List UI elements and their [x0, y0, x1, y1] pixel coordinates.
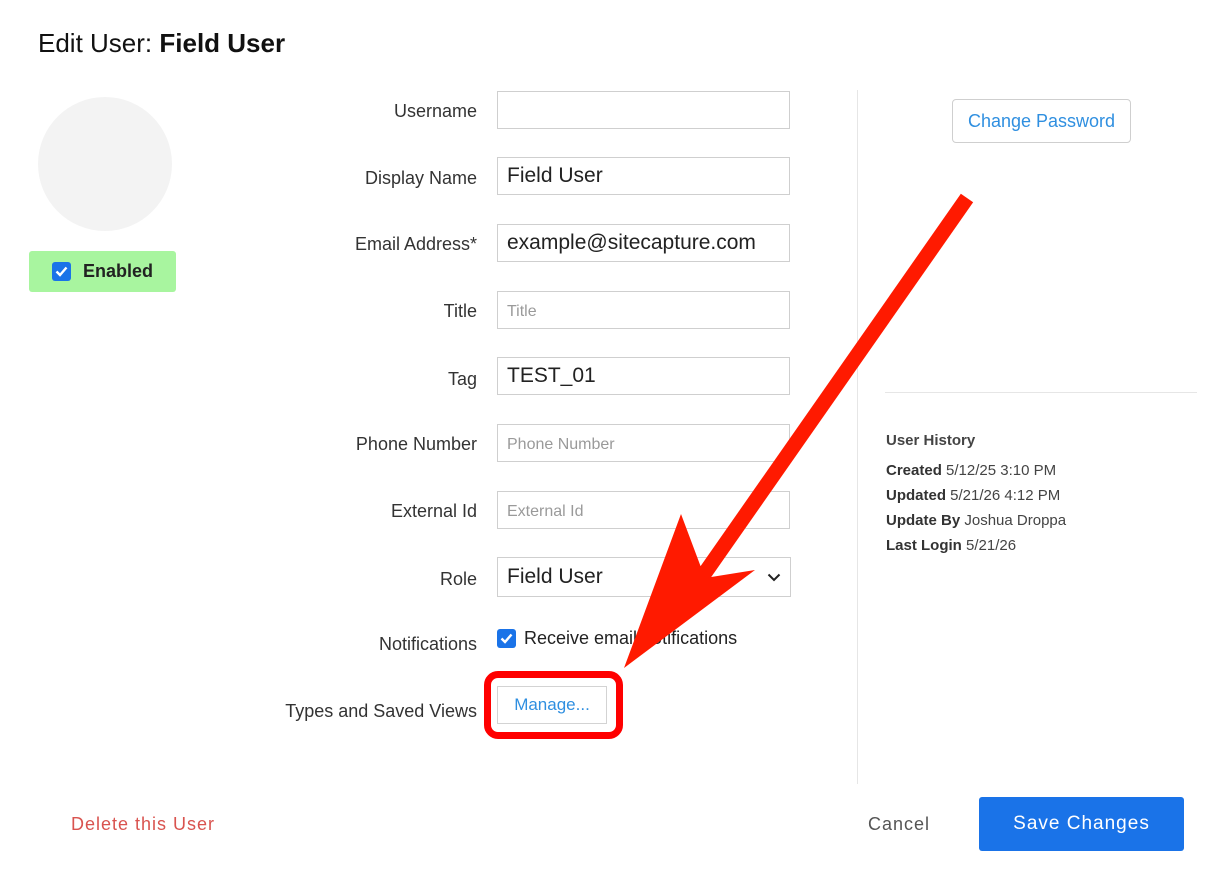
delete-user-link[interactable]: Delete this User: [71, 814, 215, 835]
history-updated-value: 5/21/26 4:12 PM: [950, 487, 1061, 504]
notifications-option[interactable]: Receive email notifications: [497, 628, 737, 649]
cancel-button[interactable]: Cancel: [868, 814, 930, 835]
checkmark-icon: [55, 266, 68, 277]
role-select-value: Field User: [507, 565, 603, 588]
column-divider: [857, 90, 858, 784]
types-views-label: Types and Saved Views: [285, 701, 477, 721]
history-created-label: Created: [886, 462, 942, 479]
avatar[interactable]: [38, 97, 172, 231]
notifications-label: Notifications: [378, 634, 477, 654]
page-title: Edit User: Field User: [38, 28, 285, 59]
history-last-login-value: 5/21/26: [966, 537, 1017, 554]
tag-label: Tag: [447, 369, 477, 389]
email-label: Email Address*: [354, 234, 477, 254]
chevron-down-icon: [767, 573, 781, 581]
history-updated-label: Updated: [886, 487, 946, 504]
history-updated-by-value: Joshua Droppa: [964, 512, 1067, 529]
history-created: Created 5/12/25 3:10 PM: [886, 462, 1066, 479]
display-name-label: Display Name: [364, 168, 477, 188]
save-changes-button[interactable]: Save Changes: [979, 797, 1184, 851]
history-created-value: 5/12/25 3:10 PM: [946, 462, 1057, 479]
page-title-name: Field User: [159, 28, 286, 58]
section-divider: [885, 392, 1197, 393]
notifications-checkbox-label: Receive email notifications: [524, 628, 738, 648]
user-history: User History Created 5/12/25 3:10 PM Upd…: [886, 432, 1066, 562]
display-name-input[interactable]: [497, 157, 790, 195]
title-label: Title: [443, 301, 477, 321]
annotation-highlight-box: [484, 671, 623, 739]
external-id-input[interactable]: [497, 491, 790, 529]
history-last-login-label: Last Login: [886, 537, 962, 554]
tag-input[interactable]: [497, 357, 790, 395]
enabled-checkbox[interactable]: [52, 262, 71, 281]
enabled-label: Enabled: [83, 261, 154, 281]
history-updated-by-label: Update By: [886, 512, 961, 529]
history-updated-by: Update By Joshua Droppa: [886, 512, 1066, 529]
enabled-toggle[interactable]: Enabled: [29, 251, 176, 292]
page-title-prefix: Edit User:: [38, 28, 160, 58]
role-select[interactable]: Field User: [497, 557, 791, 597]
history-updated: Updated 5/21/26 4:12 PM: [886, 487, 1066, 504]
external-id-label: External Id: [390, 501, 477, 521]
title-input[interactable]: [497, 291, 790, 329]
user-history-heading: User History: [886, 432, 976, 449]
username-label: Username: [393, 101, 477, 121]
history-last-login: Last Login 5/21/26: [886, 537, 1066, 554]
username-input[interactable]: [497, 91, 790, 129]
role-label: Role: [439, 569, 477, 589]
change-password-button[interactable]: Change Password: [952, 99, 1131, 143]
notifications-checkbox[interactable]: [497, 629, 516, 648]
checkmark-icon: [500, 633, 513, 644]
email-input[interactable]: [497, 224, 790, 262]
phone-label: Phone Number: [355, 434, 477, 454]
phone-input[interactable]: [497, 424, 790, 462]
